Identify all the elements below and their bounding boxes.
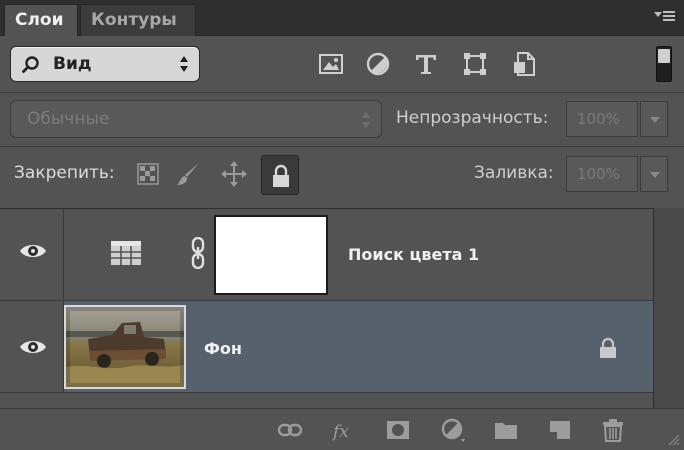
opacity-input[interactable]: 100% bbox=[566, 101, 638, 137]
smart-object-filter-icon[interactable] bbox=[510, 50, 538, 78]
layer-thumbnail-image[interactable] bbox=[64, 305, 186, 389]
blend-mode-label: Обычные bbox=[27, 109, 110, 129]
visibility-column bbox=[0, 209, 64, 300]
layer-row-color-lookup[interactable]: Поиск цвета 1 bbox=[0, 209, 653, 301]
divider bbox=[0, 146, 684, 147]
layer-name[interactable]: Фон bbox=[204, 339, 242, 358]
trash-icon[interactable] bbox=[600, 417, 626, 443]
layer-mask-icon[interactable] bbox=[385, 417, 411, 443]
image-filter-icon[interactable] bbox=[317, 50, 345, 78]
layers-scrollbar[interactable] bbox=[653, 208, 684, 408]
fill-label: Заливка: bbox=[474, 163, 554, 183]
svg-text:fx: fx bbox=[331, 422, 349, 442]
link-layers-icon[interactable] bbox=[277, 417, 303, 443]
tab-paths[interactable]: Контуры bbox=[80, 4, 196, 36]
adjustment-filter-icon[interactable] bbox=[364, 50, 392, 78]
resize-grip-icon[interactable] bbox=[666, 432, 680, 446]
filter-kind-label: Вид bbox=[53, 54, 92, 74]
opacity-dropdown-button[interactable] bbox=[640, 101, 668, 137]
search-icon bbox=[22, 56, 39, 73]
visibility-column bbox=[0, 301, 64, 392]
eye-icon[interactable] bbox=[19, 242, 47, 260]
lock-icon bbox=[273, 164, 289, 187]
fill-dropdown-button[interactable] bbox=[640, 156, 668, 192]
panel-tab-bar: Слои Контуры bbox=[0, 0, 684, 36]
filter-toggle-switch[interactable] bbox=[656, 46, 672, 82]
shape-filter-icon[interactable] bbox=[461, 50, 489, 78]
opacity-label: Непрозрачность: bbox=[396, 108, 549, 128]
layer-mask-thumbnail[interactable] bbox=[214, 215, 328, 295]
color-lookup-adjustment-icon bbox=[111, 241, 141, 265]
chain-link-icon[interactable] bbox=[191, 237, 205, 269]
new-group-icon[interactable] bbox=[493, 417, 519, 443]
updown-arrows-icon bbox=[361, 112, 371, 128]
lock-icon bbox=[600, 337, 616, 358]
new-layer-icon[interactable] bbox=[547, 417, 573, 443]
layer-name[interactable]: Поиск цвета 1 bbox=[348, 245, 479, 264]
updown-arrows-icon bbox=[179, 56, 189, 72]
adjustment-layer-icon[interactable] bbox=[440, 417, 466, 443]
filter-kind-select[interactable]: Вид bbox=[10, 46, 200, 82]
eye-icon[interactable] bbox=[19, 338, 47, 356]
lock-label: Закрепить: bbox=[14, 163, 115, 183]
lock-image-pixels-icon[interactable] bbox=[174, 160, 202, 188]
lock-position-icon[interactable] bbox=[220, 160, 248, 188]
fx-icon[interactable]: fx bbox=[331, 417, 357, 443]
blend-mode-select[interactable]: Обычные bbox=[10, 100, 382, 138]
layers-list: Поиск цвета 1 Фон bbox=[0, 208, 653, 408]
layer-row-background[interactable]: Фон bbox=[0, 301, 653, 393]
lock-all-button[interactable] bbox=[261, 155, 299, 195]
truck-photo-image bbox=[66, 307, 184, 387]
divider bbox=[0, 92, 684, 93]
bottom-toolbar: fx bbox=[0, 408, 684, 450]
lock-transparent-pixels-icon[interactable] bbox=[134, 160, 162, 188]
type-filter-icon[interactable] bbox=[412, 50, 440, 78]
tab-layers[interactable]: Слои bbox=[4, 4, 78, 36]
fill-input[interactable]: 100% bbox=[566, 156, 638, 192]
panel-menu-icon[interactable] bbox=[654, 8, 676, 26]
